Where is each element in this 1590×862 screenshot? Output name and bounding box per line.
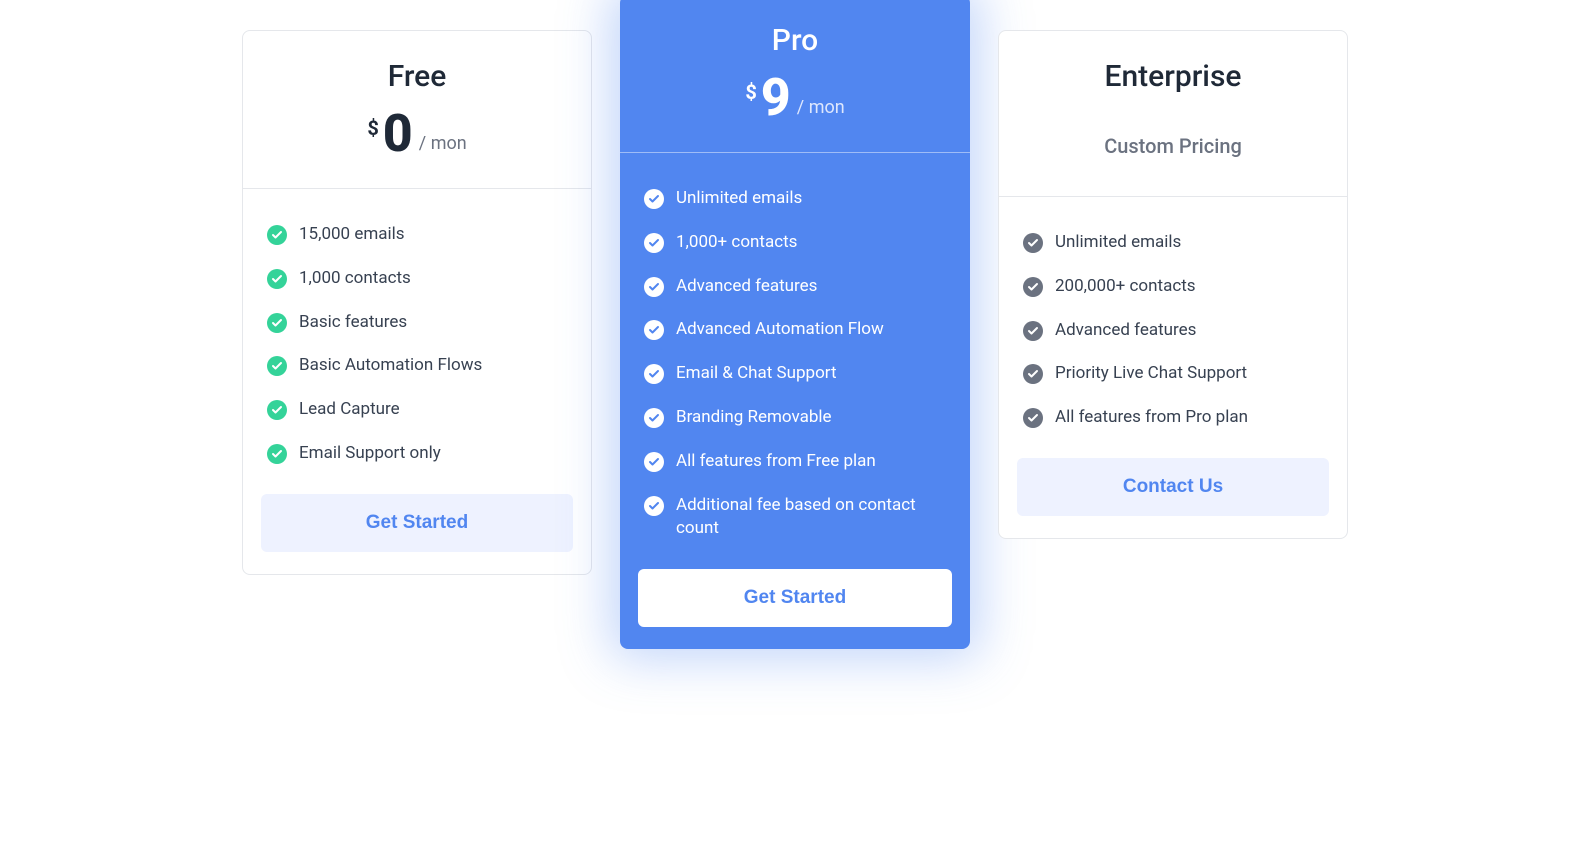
check-icon [267,444,287,464]
feature-text: Advanced features [676,275,817,299]
plan-header: Free $ 0 / mon [243,31,591,189]
feature-item: Priority Live Chat Support [1023,352,1323,396]
feature-item: Basic Automation Flows [267,344,567,388]
price-amount: 9 [761,72,791,124]
check-icon [267,313,287,333]
feature-list: 15,000 emails 1,000 contacts Basic featu… [267,213,567,476]
check-icon [267,225,287,245]
check-icon [1023,364,1043,384]
feature-text: Email Support only [299,442,441,466]
feature-text: 15,000 emails [299,223,405,247]
check-icon [644,408,664,428]
plan-body: 15,000 emails 1,000 contacts Basic featu… [243,189,591,494]
plan-card-pro: Pro $ 9 / mon Unlimited emails 1,000+ co… [620,0,970,649]
feature-item: Advanced Automation Flow [644,308,946,352]
check-icon [267,356,287,376]
get-started-button[interactable]: Get Started [261,494,573,552]
check-icon [1023,321,1043,341]
feature-text: All features from Free plan [676,450,876,474]
custom-pricing-label: Custom Pricing [1019,134,1327,158]
feature-text: Branding Removable [676,406,832,430]
check-icon [644,277,664,297]
check-icon [644,496,664,516]
plan-name: Free [263,59,571,94]
plan-header: Enterprise Custom Pricing [999,31,1347,197]
plan-card-enterprise: Enterprise Custom Pricing Unlimited emai… [998,30,1348,539]
get-started-button[interactable]: Get Started [638,569,952,627]
feature-item: All features from Pro plan [1023,396,1323,440]
feature-item: Advanced features [1023,309,1323,353]
check-icon [1023,277,1043,297]
price-line: $ 0 / mon [263,108,571,160]
feature-list: Unlimited emails 1,000+ contacts Advance… [644,177,946,551]
check-icon [267,400,287,420]
feature-text: Priority Live Chat Support [1055,362,1247,386]
plan-name: Pro [640,23,950,58]
feature-text: Advanced Automation Flow [676,318,884,342]
check-icon [644,452,664,472]
feature-text: 1,000 contacts [299,267,411,291]
feature-text: 1,000+ contacts [676,231,797,255]
feature-item: 200,000+ contacts [1023,265,1323,309]
plan-body: Unlimited emails 1,000+ contacts Advance… [620,153,970,569]
feature-text: Unlimited emails [676,187,802,211]
contact-us-button[interactable]: Contact Us [1017,458,1329,516]
price-line: $ 9 / mon [640,72,950,124]
plan-footer: Contact Us [999,458,1347,538]
feature-list: Unlimited emails 200,000+ contacts Advan… [1023,221,1323,440]
check-icon [267,269,287,289]
feature-text: All features from Pro plan [1055,406,1248,430]
price-amount: 0 [383,108,413,160]
feature-text: Lead Capture [299,398,400,422]
feature-text: Basic Automation Flows [299,354,482,378]
check-icon [1023,408,1043,428]
feature-item: Basic features [267,301,567,345]
feature-item: Branding Removable [644,396,946,440]
plan-footer: Get Started [620,569,970,649]
feature-item: All features from Free plan [644,440,946,484]
check-icon [644,364,664,384]
feature-item: 1,000+ contacts [644,221,946,265]
currency-symbol: $ [367,116,378,140]
feature-text: 200,000+ contacts [1055,275,1196,299]
plan-header: Pro $ 9 / mon [620,0,970,153]
plan-body: Unlimited emails 200,000+ contacts Advan… [999,197,1347,458]
plan-name: Enterprise [1019,59,1327,94]
feature-item: 15,000 emails [267,213,567,257]
plan-card-free: Free $ 0 / mon 15,000 emails 1,000 conta… [242,30,592,575]
check-icon [644,189,664,209]
feature-text: Unlimited emails [1055,231,1181,255]
feature-item: Email Support only [267,432,567,476]
price-period: / mon [797,97,845,118]
check-icon [644,320,664,340]
feature-item: Advanced features [644,265,946,309]
feature-text: Advanced features [1055,319,1196,343]
feature-item: Unlimited emails [1023,221,1323,265]
feature-item: Additional fee based on contact count [644,484,946,552]
feature-item: Email & Chat Support [644,352,946,396]
pricing-row: Free $ 0 / mon 15,000 emails 1,000 conta… [242,30,1348,649]
feature-item: Unlimited emails [644,177,946,221]
plan-footer: Get Started [243,494,591,574]
currency-symbol: $ [745,80,756,104]
feature-item: 1,000 contacts [267,257,567,301]
feature-text: Additional fee based on contact count [676,494,946,542]
feature-item: Lead Capture [267,388,567,432]
feature-text: Email & Chat Support [676,362,837,386]
price-period: / mon [419,133,467,154]
feature-text: Basic features [299,311,407,335]
check-icon [1023,233,1043,253]
check-icon [644,233,664,253]
